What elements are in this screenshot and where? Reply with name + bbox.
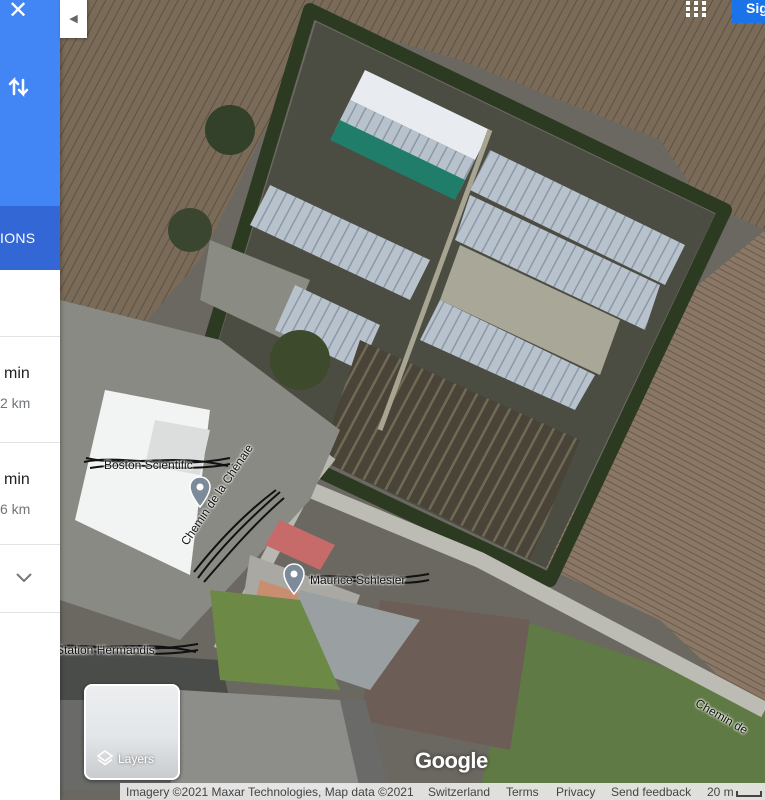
- imagery-attribution: Imagery ©2021 Maxar Technologies, Map da…: [126, 785, 414, 799]
- panel-divider: [0, 612, 60, 615]
- terms-link[interactable]: Terms: [506, 785, 539, 799]
- map-label-place[interactable]: Maurice Schlesier: [310, 573, 405, 587]
- route-distance: 2 km: [0, 395, 31, 411]
- tab-directions[interactable]: IONS: [0, 206, 60, 270]
- google-logo: Google: [415, 748, 488, 773]
- place-pin-icon[interactable]: [283, 563, 305, 595]
- layers-icon: [96, 750, 114, 766]
- sign-in-button[interactable]: Sig: [732, 0, 765, 23]
- route-option[interactable]: min 6 km: [0, 442, 60, 545]
- chevron-down-icon[interactable]: [12, 566, 36, 590]
- scale-label[interactable]: 20 m: [707, 785, 734, 799]
- close-icon[interactable]: ✕: [6, 0, 30, 24]
- map-label-place[interactable]: Station Hermandis: [60, 643, 155, 657]
- apps-grid-icon[interactable]: [684, 0, 708, 18]
- swap-directions-icon[interactable]: [6, 74, 32, 100]
- route-distance: 6 km: [0, 501, 31, 517]
- route-duration: min: [4, 471, 30, 488]
- route-option[interactable]: min 2 km: [0, 336, 60, 443]
- directions-header: ✕: [0, 0, 60, 206]
- directions-panel: ✕ IONS min 2 km min 6 km: [0, 0, 60, 800]
- route-duration: min: [4, 365, 30, 382]
- map-label-place[interactable]: Boston Scientific: [104, 458, 193, 472]
- map-footer: Imagery ©2021 Maxar Technologies, Map da…: [120, 783, 765, 800]
- scale-bar: [736, 791, 762, 797]
- satellite-imagery: [60, 0, 765, 800]
- privacy-link[interactable]: Privacy: [556, 785, 595, 799]
- send-feedback-link[interactable]: Send feedback: [611, 785, 691, 799]
- place-pin-icon[interactable]: [189, 476, 211, 508]
- layers-button[interactable]: Layers: [84, 684, 180, 780]
- satellite-map[interactable]: Boston Scientific Chemin de la Chênaie M…: [60, 0, 765, 800]
- country-link[interactable]: Switzerland: [428, 785, 490, 799]
- layers-label: Layers: [118, 752, 155, 766]
- collapse-panel-button[interactable]: ◀: [60, 0, 87, 38]
